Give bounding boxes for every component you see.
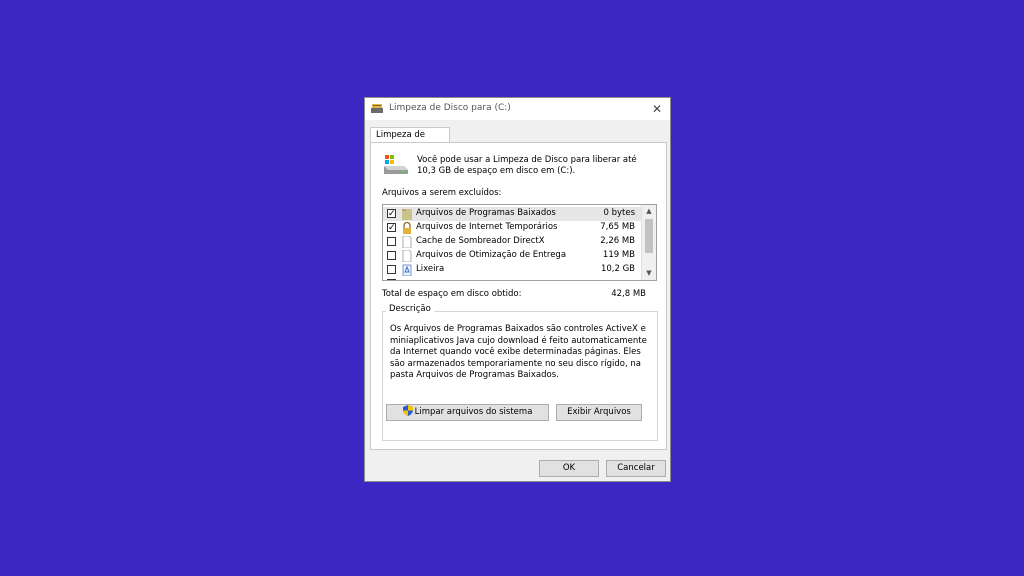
file-icon [402,250,412,262]
drive-icon [384,155,408,174]
file-size: 119 MB [602,250,635,260]
file-name: Arquivos de Internet Temporários [416,222,558,232]
total-value: 42,8 MB [611,289,646,299]
folder-icon [402,209,412,220]
scroll-down-icon[interactable]: ▼ [642,267,656,280]
tab-panel: Você pode usar a Limpeza de Disco para l… [370,142,667,450]
file-icon [402,236,412,248]
file-size: 2,26 MB [600,236,635,246]
tab-disk-cleanup[interactable]: Limpeza de Disco [370,127,450,155]
title-bar[interactable]: Limpeza de Disco para (C:) ✕ [365,98,670,120]
recycle-bin-icon [402,264,412,276]
shield-icon [402,405,413,416]
ok-button[interactable]: OK [539,460,599,477]
checkbox[interactable]: ✓ [387,209,396,219]
description-text: Os Arquivos de Programas Baixados são co… [390,324,647,380]
disk-cleanup-icon [371,104,383,113]
list-item[interactable]: Arquivos de Otimização de Entrega 119 MB [383,249,641,263]
list-scrollbar[interactable]: ▲ ▼ [641,205,656,280]
file-size: 7,65 MB [600,222,635,232]
file-name: Arquivos de Otimização de Entrega [416,250,567,260]
total-label: Total de espaço em disco obtido: [382,289,522,299]
list-item[interactable]: ✓ Arquivos de Internet Temporários 7,65 … [383,221,641,235]
files-list[interactable]: ✓ Arquivos de Programas Baixados 0 bytes… [382,204,657,281]
file-name: Cache de Sombreador DirectX [416,236,545,246]
lock-icon [403,222,411,234]
view-files-button[interactable]: Exibir Arquivos [556,404,642,421]
list-item[interactable]: Lixeira 10,2 GB [383,263,641,277]
description-group: Os Arquivos de Programas Baixados são co… [382,311,658,441]
checkbox[interactable]: ✓ [387,223,396,233]
close-button[interactable]: ✕ [648,100,666,118]
window-title: Limpeza de Disco para (C:) [389,103,511,113]
checkbox[interactable] [387,251,396,260]
disk-cleanup-dialog: Limpeza de Disco para (C:) ✕ Limpeza de … [364,97,671,482]
intro-text: Você pode usar a Limpeza de Disco para l… [417,155,637,176]
description-title: Descrição [386,304,434,314]
checkbox[interactable] [387,265,396,274]
cancel-button[interactable]: Cancelar [606,460,666,477]
checkbox[interactable] [387,237,396,246]
file-name: Lixeira [416,264,445,274]
list-item[interactable] [383,277,641,280]
scroll-up-icon[interactable]: ▲ [642,205,656,218]
scroll-thumb[interactable] [645,219,653,253]
file-name: Arquivos de Programas Baixados [416,208,556,218]
file-size: 10,2 GB [600,264,635,274]
file-size: 0 bytes [603,208,635,218]
clean-system-files-button[interactable]: Limpar arquivos do sistema [386,404,549,421]
list-item[interactable]: Cache de Sombreador DirectX 2,26 MB [383,235,641,249]
list-item[interactable]: ✓ Arquivos de Programas Baixados 0 bytes [383,207,641,221]
checkbox[interactable] [387,279,396,280]
files-list-label: Arquivos a serem excluídos: [382,188,502,198]
clean-system-files-label: Limpar arquivos do sistema [414,407,533,417]
